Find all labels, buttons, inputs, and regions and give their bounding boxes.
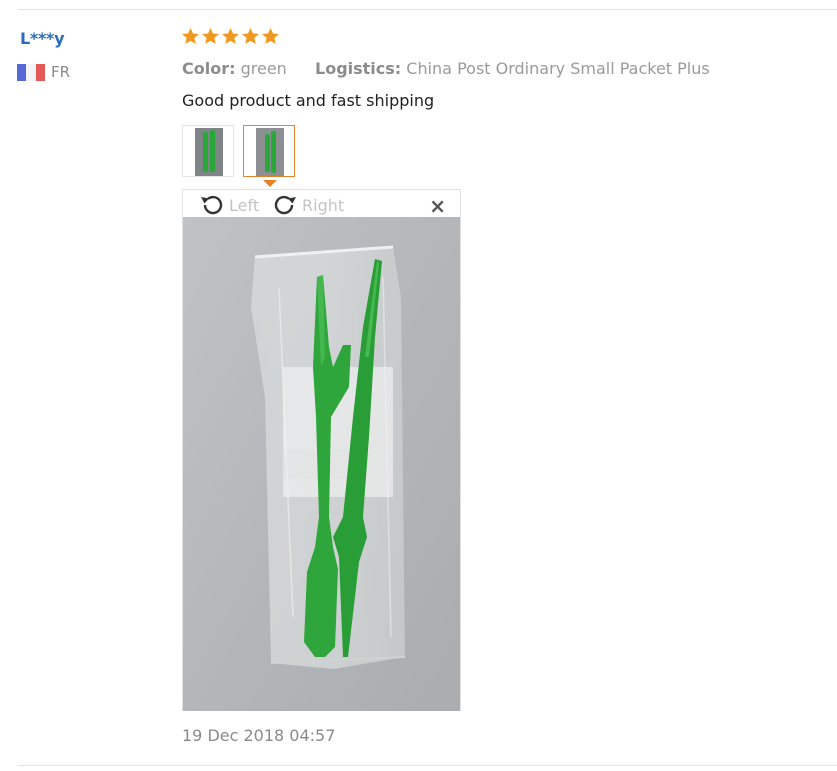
country-code: FR xyxy=(51,63,71,81)
star-icon xyxy=(182,27,199,44)
france-flag-icon xyxy=(17,63,45,81)
rotate-left-icon xyxy=(201,195,223,215)
logistics-value: China Post Ordinary Small Packet Plus xyxy=(406,59,710,78)
photo-thumbnail-active[interactable] xyxy=(243,125,295,177)
order-attributes: Color: green Logistics: China Post Ordin… xyxy=(182,59,710,78)
reviewer-country: FR xyxy=(17,63,70,81)
color-value: green xyxy=(240,59,287,78)
product-photo xyxy=(183,217,460,711)
bottom-divider xyxy=(18,765,837,766)
rotate-right-button[interactable]: Right xyxy=(270,192,344,218)
photo-viewer: Left Right × xyxy=(182,189,461,711)
top-divider xyxy=(18,9,837,10)
logistics-label: Logistics: xyxy=(315,59,402,78)
rotate-right-icon xyxy=(274,195,296,215)
star-icon xyxy=(222,27,239,44)
rotate-right-label: Right xyxy=(302,195,345,215)
review-text: Good product and fast shipping xyxy=(182,91,435,110)
color-label: Color: xyxy=(182,59,236,78)
star-rating xyxy=(181,27,280,46)
star-icon xyxy=(242,27,259,44)
rotate-left-button[interactable]: Left xyxy=(197,192,259,218)
close-viewer-button[interactable]: × xyxy=(429,194,446,218)
star-icon xyxy=(202,27,219,44)
star-icon xyxy=(262,27,279,44)
reviewer-name[interactable]: L***y xyxy=(20,29,65,48)
review-date: 19 Dec 2018 04:57 xyxy=(182,726,336,745)
active-thumbnail-caret xyxy=(263,180,277,187)
viewer-toolbar: Left Right × xyxy=(183,190,460,218)
photo-thumbnail[interactable] xyxy=(182,125,234,177)
rotate-left-label: Left xyxy=(229,195,260,215)
